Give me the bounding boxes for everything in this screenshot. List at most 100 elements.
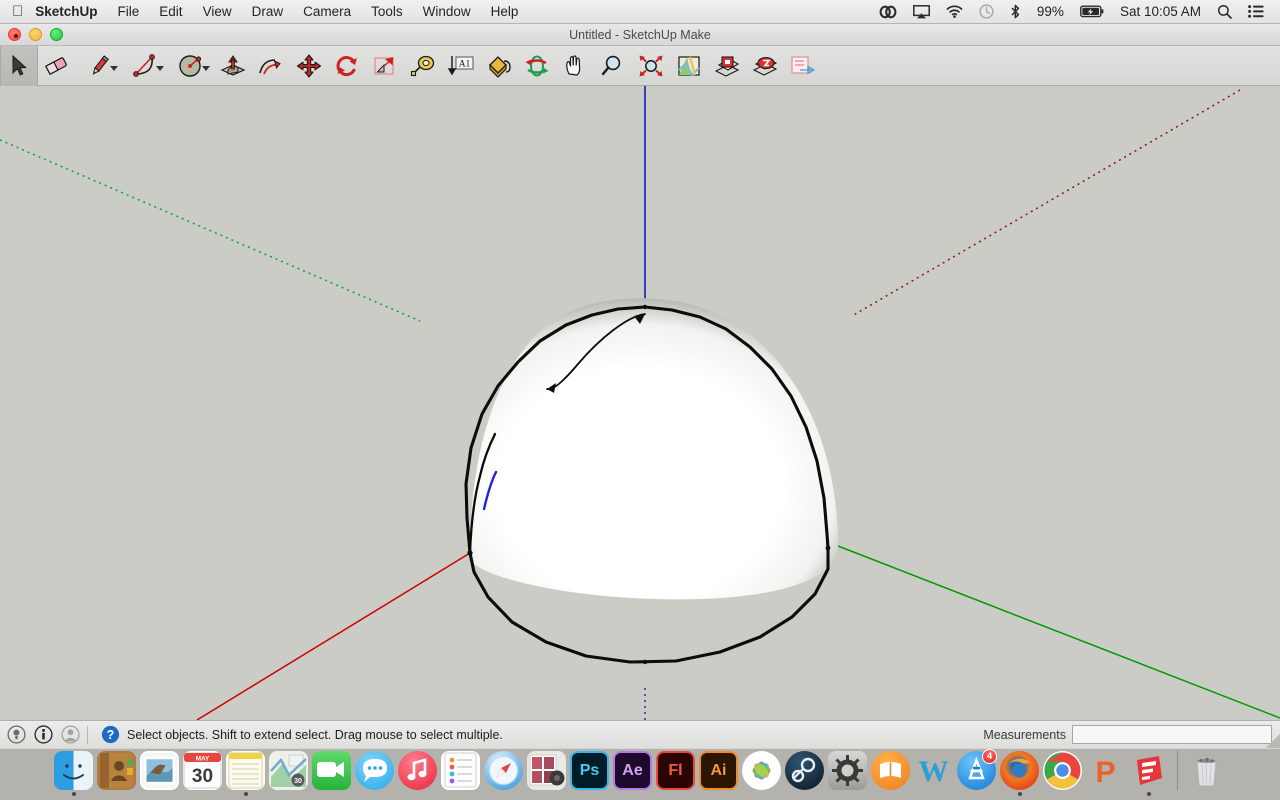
illustrator-label: Ai: [699, 751, 738, 790]
dock-item-itunes[interactable]: [396, 748, 439, 796]
dock-item-app-store[interactable]: 4: [955, 748, 998, 796]
battery-charging-icon[interactable]: [1072, 0, 1112, 24]
airplay-icon[interactable]: [905, 0, 938, 24]
dock-item-photo-booth[interactable]: [525, 748, 568, 796]
measurements-input[interactable]: [1072, 725, 1272, 744]
wifi-icon[interactable]: [938, 0, 971, 24]
menu-item-edit[interactable]: Edit: [149, 0, 192, 24]
dock-item-reminders[interactable]: [439, 748, 482, 796]
zoom-extents-tool[interactable]: [632, 46, 670, 86]
dock-item-after-effects[interactable]: Ae: [611, 748, 654, 796]
info-icon[interactable]: [32, 724, 54, 746]
mac-dock: MAY 30 30 Ps Ae Fl Ai W 4 P: [0, 748, 1280, 800]
axis-negative-red-dotted: [851, 89, 1241, 317]
scale-tool[interactable]: [366, 46, 404, 86]
main-toolbar: A1: [0, 45, 1280, 86]
dock-item-illustrator[interactable]: Ai: [697, 748, 740, 796]
chevron-down-icon[interactable]: [110, 65, 118, 71]
dock-item-safari[interactable]: [482, 748, 525, 796]
add-location-tool[interactable]: [670, 46, 708, 86]
svg-text:A1: A1: [459, 59, 471, 69]
dock-item-firefox[interactable]: [998, 748, 1041, 796]
zoom-tool[interactable]: [594, 46, 632, 86]
apple-icon[interactable]: : [12, 4, 23, 19]
dock-item-ibooks[interactable]: [869, 748, 912, 796]
dock-item-notes[interactable]: [224, 748, 267, 796]
dock-item-flash[interactable]: Fl: [654, 748, 697, 796]
dock-item-maps[interactable]: 30: [267, 748, 310, 796]
arc-tool[interactable]: [122, 46, 168, 86]
notification-center-icon[interactable]: [1240, 0, 1272, 24]
push-pull-tool[interactable]: [214, 46, 252, 86]
axis-red-solid: [196, 552, 471, 720]
dock-item-photos[interactable]: [740, 748, 783, 796]
dock-item-contacts[interactable]: [95, 748, 138, 796]
running-indicator: [243, 792, 248, 796]
dock-item-steam[interactable]: [783, 748, 826, 796]
dock-item-trash[interactable]: [1185, 748, 1228, 796]
dimension-tool[interactable]: A1: [442, 46, 480, 86]
dock-item-messages[interactable]: [353, 748, 396, 796]
move-tool[interactable]: [290, 46, 328, 86]
menu-bar-clock[interactable]: Sat 10:05 AM: [1112, 4, 1209, 19]
dock-item-finder[interactable]: [52, 748, 95, 796]
account-person-icon[interactable]: [59, 724, 81, 746]
paint-bucket-tool[interactable]: [480, 46, 518, 86]
share-model-tool[interactable]: [746, 46, 784, 86]
after-effects-label: Ae: [613, 751, 652, 790]
get-models-tool[interactable]: [708, 46, 746, 86]
photoshop-label: Ps: [570, 751, 609, 790]
orbit-tool[interactable]: [518, 46, 556, 86]
menu-item-file[interactable]: File: [108, 0, 150, 24]
flash-label: Fl: [656, 751, 695, 790]
eraser-tool[interactable]: [38, 46, 76, 86]
chevron-down-icon[interactable]: [202, 65, 210, 71]
dock-divider: [1177, 750, 1178, 790]
menu-item-view[interactable]: View: [193, 0, 242, 24]
hint-bulb-icon[interactable]: [5, 724, 27, 746]
battery-percent-label[interactable]: 99%: [1029, 4, 1072, 19]
shapes-tool[interactable]: [168, 46, 214, 86]
dome-model[interactable]: [464, 298, 838, 665]
time-machine-icon[interactable]: [971, 0, 1002, 24]
line-tool[interactable]: [76, 46, 122, 86]
tape-measure-tool[interactable]: [404, 46, 442, 86]
dock-item-calendar[interactable]: MAY 30: [181, 748, 224, 796]
menu-item-window[interactable]: Window: [413, 0, 481, 24]
rotate-tool[interactable]: [328, 46, 366, 86]
measurements-label: Measurements: [983, 727, 1066, 742]
menu-item-help[interactable]: Help: [481, 0, 529, 24]
dock-item-word[interactable]: W: [912, 748, 955, 796]
dock-item-mail[interactable]: [138, 748, 181, 796]
menu-item-sketchup[interactable]: SketchUp: [33, 0, 107, 24]
dock-item-p-app[interactable]: P: [1084, 748, 1127, 796]
dock-item-photoshop[interactable]: Ps: [568, 748, 611, 796]
pan-tool[interactable]: [556, 46, 594, 86]
status-divider: [87, 725, 88, 744]
dock-item-system-preferences[interactable]: [826, 748, 869, 796]
menu-item-camera[interactable]: Camera: [293, 0, 361, 24]
export-slide-tool[interactable]: [784, 46, 822, 86]
bluetooth-icon[interactable]: [1002, 0, 1029, 24]
dock-item-sketchup[interactable]: [1127, 748, 1170, 796]
status-bar: ? Select objects. Shift to extend select…: [0, 720, 1280, 748]
help-question-icon[interactable]: ?: [99, 724, 121, 746]
window-title-bar: Untitled - SketchUp Make: [0, 24, 1280, 46]
mac-menu-bar:  SketchUp File Edit View Draw Camera To…: [0, 0, 1280, 24]
running-indicator: [1146, 792, 1151, 796]
model-canvas[interactable]: [0, 86, 1280, 720]
spotlight-search-icon[interactable]: [1209, 0, 1240, 24]
window-resize-grip[interactable]: [1266, 734, 1280, 748]
svg-text:30: 30: [294, 778, 302, 785]
svg-text:W: W: [919, 755, 949, 788]
menu-item-draw[interactable]: Draw: [242, 0, 294, 24]
creative-cloud-icon[interactable]: [871, 0, 905, 24]
dock-item-facetime[interactable]: [310, 748, 353, 796]
chevron-down-icon[interactable]: [156, 65, 164, 71]
select-tool[interactable]: [0, 45, 38, 86]
dock-item-chrome[interactable]: [1041, 748, 1084, 796]
follow-me-tool[interactable]: [252, 46, 290, 86]
3d-modeling-viewport[interactable]: [0, 86, 1280, 720]
menu-item-tools[interactable]: Tools: [361, 0, 413, 24]
running-indicator: [1017, 792, 1022, 796]
